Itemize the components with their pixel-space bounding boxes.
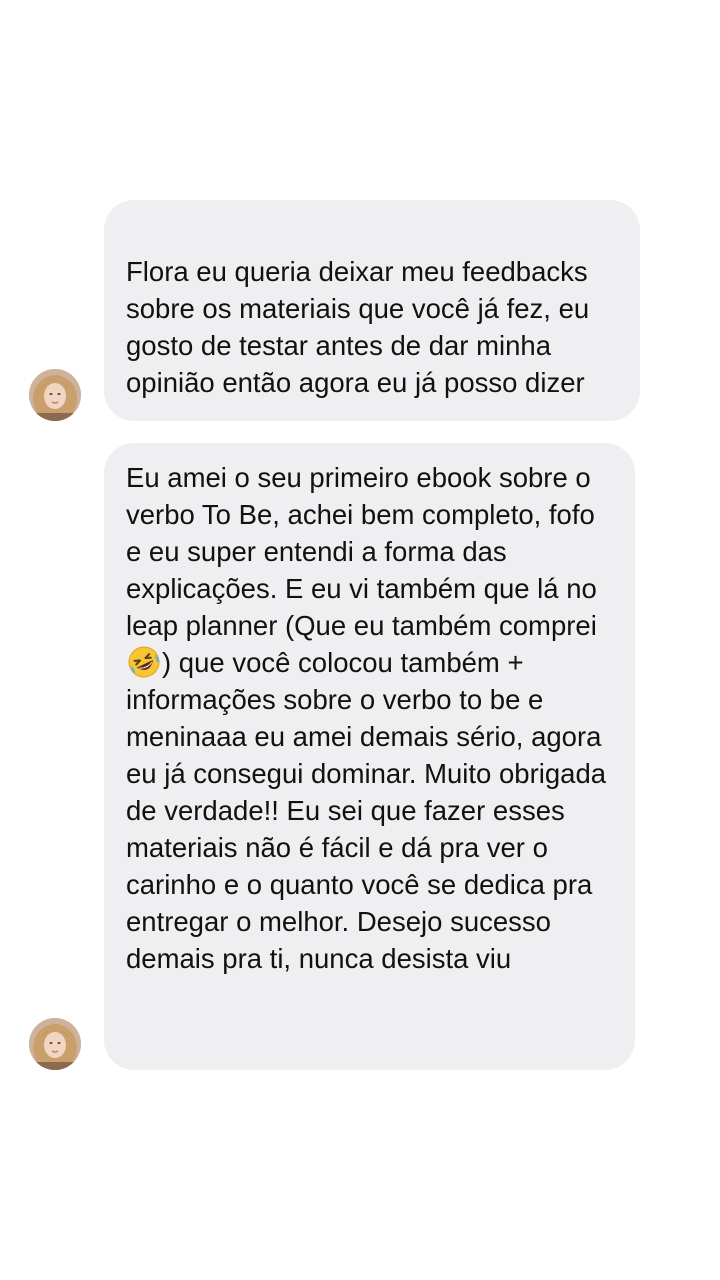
message-bubble[interactable]: Eu amei o seu primeiro ebook sobre o ver…: [104, 443, 635, 1070]
message-row: Eu amei o seu primeiro ebook sobre o ver…: [0, 443, 720, 1070]
user-avatar-photo-icon: [29, 1018, 81, 1070]
message-thread: Flora eu queria deixar meu feedbacks sob…: [0, 0, 720, 1280]
message-row: Flora eu queria deixar meu feedbacks sob…: [0, 200, 720, 421]
rolling-on-floor-laughing-emoji-icon: [127, 645, 161, 679]
user-avatar-photo-icon: [29, 369, 81, 421]
user-avatar[interactable]: [29, 369, 81, 421]
message-text-part: Eu amei o seu primeiro ebook sobre o ver…: [126, 462, 597, 641]
message-text: Flora eu queria deixar meu feedbacks sob…: [126, 256, 590, 398]
message-text-part: ) que você colocou também + informações …: [126, 647, 607, 974]
message-bubble[interactable]: Flora eu queria deixar meu feedbacks sob…: [104, 200, 640, 421]
user-avatar[interactable]: [29, 1018, 81, 1070]
